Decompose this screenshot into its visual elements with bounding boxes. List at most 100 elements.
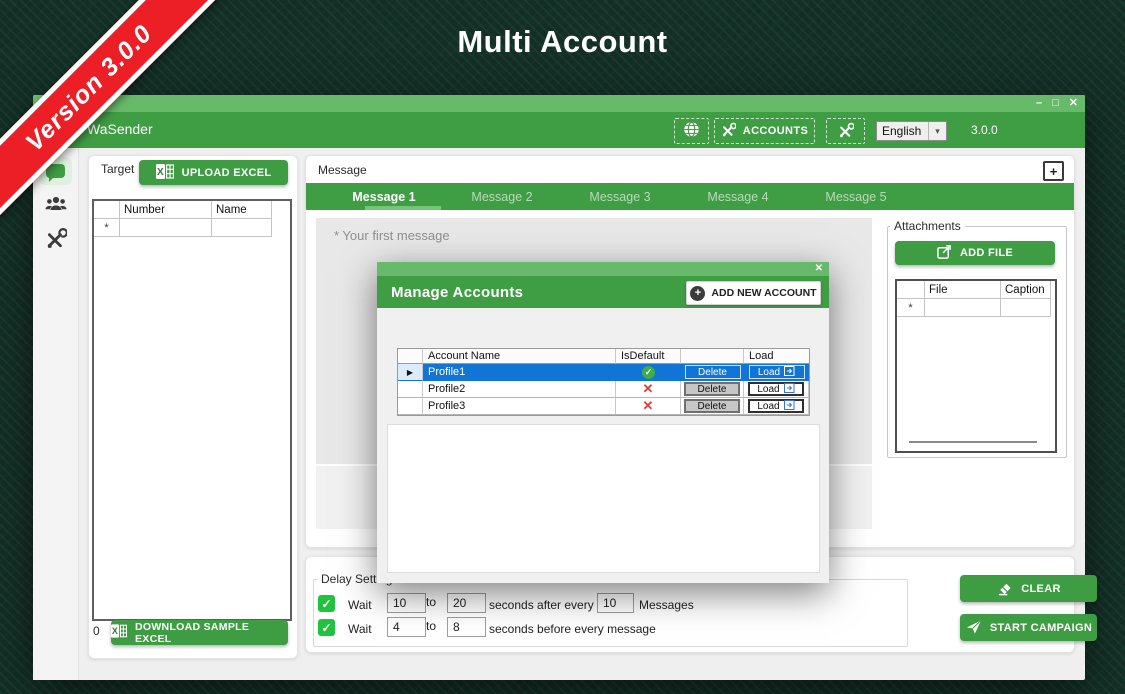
attachments-table[interactable]: File Caption * [895, 279, 1057, 453]
excel-icon: X [111, 624, 127, 641]
plus-circle-icon: + [690, 286, 705, 301]
delete-cell: Delete [681, 381, 744, 398]
default-status-icon: ✓ [642, 366, 655, 379]
row-selector-cell[interactable]: ▶ [398, 364, 423, 381]
delete-button[interactable]: Delete [684, 382, 740, 396]
settings-tools-button[interactable] [826, 118, 865, 144]
account-row[interactable]: Profile2 ✕ Delete Load [398, 381, 809, 398]
add-file-button[interactable]: ADD FILE [895, 241, 1055, 265]
accounts-button-label: ACCOUNTS [743, 125, 809, 137]
number-cell[interactable] [120, 219, 212, 237]
language-globe-button[interactable] [674, 118, 709, 144]
delay-after-checkbox[interactable]: ✓ [318, 595, 335, 612]
load-arrow-icon [784, 383, 795, 396]
to-label-1: to [426, 595, 436, 609]
tab-message-1[interactable]: Message 1 [325, 183, 443, 210]
column-header-isdefault: IsDefault [616, 349, 681, 364]
clear-label: CLEAR [1021, 583, 1060, 595]
name-cell[interactable] [212, 219, 272, 237]
column-header-delete [681, 349, 744, 364]
language-select[interactable]: English ▾ [876, 121, 947, 141]
account-name-cell[interactable]: Profile2 [423, 381, 616, 398]
svg-text:X: X [157, 167, 164, 178]
accounts-table: Account Name IsDefault Load ▶ Profile1 ✓… [397, 348, 810, 416]
tab-message-5[interactable]: Message 5 [797, 183, 915, 210]
target-label: Target [101, 162, 134, 176]
maximize-button[interactable]: □ [1052, 96, 1059, 111]
seconds-before-label: seconds before every message [489, 622, 656, 636]
attachments-group: Attachments ADD FILE File Caption * [887, 226, 1067, 458]
file-cell[interactable] [925, 299, 1001, 317]
active-tab-underline [365, 206, 441, 210]
message-placeholder: * Your first message [334, 228, 450, 243]
download-sample-excel-button[interactable]: X DOWNLOAD SAMPLE EXCEL [111, 620, 288, 645]
add-new-account-button[interactable]: + ADD NEW ACCOUNT [686, 281, 821, 305]
close-button[interactable]: ✕ [1069, 96, 1078, 111]
titlebar-strip: – □ ✕ [33, 95, 1085, 112]
accounts-button[interactable]: ACCOUNTS [714, 118, 815, 144]
message-label: Message [318, 163, 367, 177]
tools-icon [45, 227, 67, 254]
sidebar-item-tools[interactable] [33, 227, 78, 254]
tab-message-4[interactable]: Message 4 [679, 183, 797, 210]
load-arrow-icon [784, 400, 795, 413]
row-selector-header [94, 201, 120, 219]
row-selector-cell[interactable] [398, 381, 423, 398]
sidebar-item-contacts[interactable] [33, 194, 78, 219]
add-new-account-label: ADD NEW ACCOUNT [711, 287, 816, 299]
attachments-label: Attachments [890, 219, 965, 233]
account-name-cell[interactable]: Profile3 [423, 398, 616, 415]
delete-cell: Delete [681, 398, 744, 415]
column-header-account-name: Account Name [423, 349, 616, 364]
tab-label: Message 2 [471, 190, 532, 204]
account-row[interactable]: Profile3 ✕ Delete Load [398, 398, 809, 415]
isdefault-cell[interactable]: ✕ [616, 398, 681, 415]
load-label: Load [757, 384, 779, 395]
tab-label: Message 5 [825, 190, 886, 204]
isdefault-cell[interactable]: ✕ [616, 381, 681, 398]
row-selector-header [897, 281, 925, 299]
upload-excel-button[interactable]: X UPLOAD EXCEL [139, 160, 288, 185]
delete-button[interactable]: Delete [684, 399, 740, 413]
delay-from-input-2[interactable] [387, 617, 426, 637]
load-button[interactable]: Load [748, 382, 804, 396]
add-message-tab-button[interactable]: + [1043, 161, 1064, 181]
target-table[interactable]: Number Name * [92, 199, 292, 621]
clear-button[interactable]: CLEAR [960, 575, 1097, 602]
delay-before-checkbox[interactable]: ✓ [318, 619, 335, 636]
tools-icon [838, 122, 854, 141]
account-row[interactable]: ▶ Profile1 ✓ Delete Load [398, 364, 809, 381]
load-label: Load [757, 401, 779, 412]
delay-to-input-1[interactable] [447, 593, 486, 613]
isdefault-cell[interactable]: ✓ [616, 364, 681, 381]
dialog-title: Manage Accounts [391, 284, 523, 301]
eraser-icon [996, 579, 1013, 599]
dialog-close-button[interactable]: ✕ [815, 263, 823, 275]
load-button[interactable]: Load [748, 399, 804, 413]
add-file-label: ADD FILE [960, 247, 1013, 259]
default-status-icon: ✕ [643, 381, 654, 397]
row-selector-cell[interactable] [398, 398, 423, 415]
account-name-cell[interactable]: Profile1 [423, 364, 616, 381]
delay-from-input-1[interactable] [387, 593, 426, 613]
globe-icon [683, 121, 700, 141]
delete-button[interactable]: Delete [685, 365, 741, 379]
load-cell: Load [744, 381, 809, 398]
minimize-button[interactable]: – [1036, 96, 1042, 111]
messages-count-input[interactable] [597, 593, 634, 613]
delete-cell: Delete [681, 364, 744, 381]
screen: Multi Account – □ ✕ WaSender ACCOUNTS [0, 0, 1125, 694]
horizontal-scrollbar[interactable] [909, 441, 1037, 443]
column-header-number: Number [120, 201, 212, 219]
tab-message-3[interactable]: Message 3 [561, 183, 679, 210]
delay-to-input-2[interactable] [447, 617, 486, 637]
app-title: WaSender [87, 121, 153, 137]
row-count: 0 [93, 624, 100, 638]
tab-message-2[interactable]: Message 2 [443, 183, 561, 210]
dialog-titlebar: ✕ [377, 262, 829, 276]
start-campaign-button[interactable]: START CAMPAIGN [960, 614, 1097, 641]
load-button[interactable]: Load [749, 365, 805, 379]
download-sample-excel-label: DOWNLOAD SAMPLE EXCEL [135, 621, 288, 645]
caption-cell[interactable] [1001, 299, 1051, 317]
check-icon: ✓ [321, 621, 331, 635]
